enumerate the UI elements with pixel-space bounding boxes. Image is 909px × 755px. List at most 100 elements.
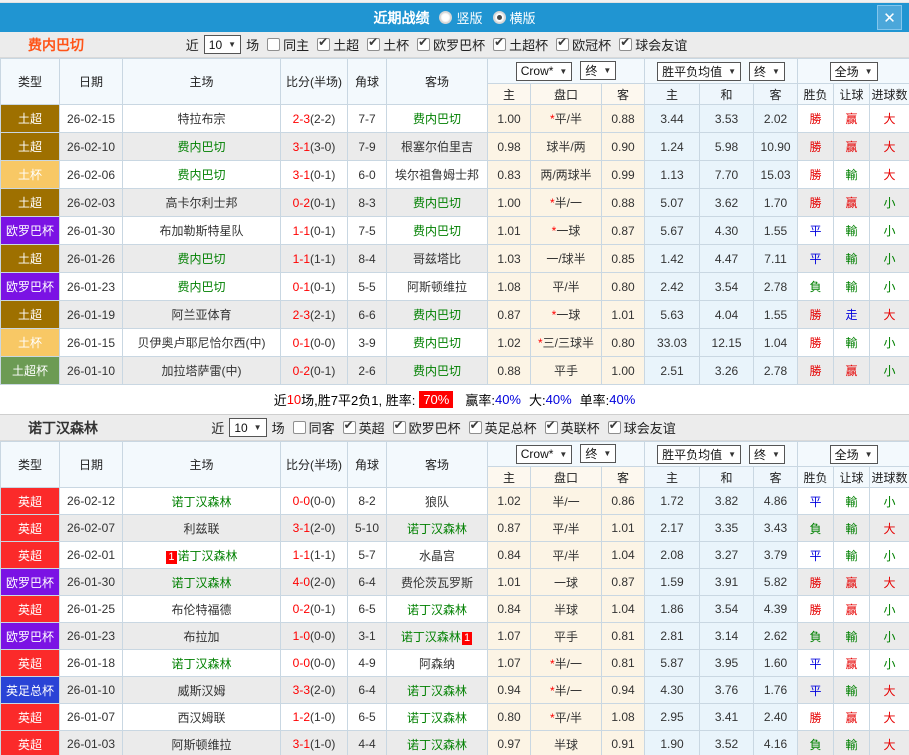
table-row: 欧罗巴杯 26-01-23 费内巴切 0-1(0-1) 5-5 阿斯顿维拉 1.08 平/半 0…: [0, 272, 909, 301]
handicap: *半/一: [530, 649, 602, 677]
same-venue-checkbox[interactable]: [292, 421, 306, 434]
league-badge: 英足总杯: [0, 676, 60, 704]
sub-odds-home: 主: [487, 466, 531, 488]
same-venue-checkbox[interactable]: [267, 38, 281, 51]
odds-away: 1.00: [600, 356, 646, 385]
odds-company-select[interactable]: Crow* ▼: [515, 61, 573, 81]
close-button[interactable]: ✕: [877, 5, 902, 30]
chevron-down-icon: ▼: [864, 66, 873, 76]
league-checkbox[interactable]: ✔: [468, 418, 482, 434]
odds-home: 1.01: [487, 568, 531, 596]
avg-away-odds: 10.90: [753, 132, 799, 161]
check-icon: ✔: [418, 35, 429, 49]
check-icon: ✔: [393, 418, 404, 432]
avg-away-odds: 1.55: [753, 300, 799, 329]
score-cell: 2-3(2-2): [280, 104, 348, 133]
league-checkbox[interactable]: ✔: [544, 418, 558, 434]
handicap: *半/一: [530, 188, 602, 217]
league-checkbox[interactable]: ✔: [342, 418, 356, 434]
result-handicap: 輸: [833, 676, 871, 704]
handicap-text: 平/半: [554, 710, 582, 725]
avg-type-select[interactable]: 胜平负均值 ▼: [657, 61, 742, 81]
result-handicap: 赢: [833, 703, 871, 731]
league-checkbox[interactable]: ✔: [392, 418, 406, 434]
scope-select[interactable]: 全场 ▼: [829, 61, 878, 81]
home-team-cell: 阿兰亚体育: [122, 300, 281, 329]
league-label: 欧冠杯: [572, 38, 612, 53]
avg-time-select[interactable]: 终 ▼: [749, 61, 785, 81]
vertical-layout-radio[interactable]: [439, 11, 453, 24]
avg-time-value: 终: [754, 447, 767, 462]
score-cell: 0-2(0-1): [280, 356, 348, 385]
chevron-down-icon: ▼: [728, 449, 737, 459]
league-label: 土超: [333, 38, 360, 53]
table-row: 欧罗巴杯 26-01-23 布拉加 1-0(0-0) 3-1 诺丁汉森林 1 1.07 平手 0.…: [0, 622, 909, 650]
avg-draw-odds: 3.82: [699, 487, 755, 515]
scope-select[interactable]: 全场 ▼: [829, 444, 878, 464]
avg-draw-odds: 3.35: [699, 514, 755, 542]
avg-home-odds: 1.13: [644, 160, 701, 189]
fulltime-score: 0-2: [292, 363, 310, 378]
avg-draw-odds: 3.26: [699, 356, 755, 385]
result-handicap: 赢: [833, 132, 871, 161]
avg-draw-odds: 3.54: [699, 595, 755, 623]
league-checkbox[interactable]: ✔: [417, 35, 431, 51]
avg-home-odds: 2.08: [644, 541, 701, 569]
league-checkbox[interactable]: ✔: [493, 35, 507, 51]
avg-draw-odds: 3.95: [699, 649, 755, 677]
handicap-text: 半/一: [554, 196, 582, 210]
away-team: 费内巴切: [412, 308, 461, 322]
corners: 5-10: [347, 514, 387, 542]
recent-count-select[interactable]: 10 ▼: [229, 418, 267, 437]
avg-home-odds: 5.67: [644, 216, 701, 245]
handicap: 两/两球半: [530, 160, 602, 189]
odds-away: 0.86: [600, 487, 646, 515]
away-team: 埃尔祖鲁姆士邦: [394, 168, 479, 182]
result-handicap: 赢: [833, 188, 871, 217]
avg-type-select[interactable]: 胜平负均值 ▼: [657, 444, 742, 464]
result-goals: 小: [869, 622, 909, 650]
odds-company-value: Crow*: [520, 64, 554, 79]
halftime-score: (1-0): [310, 710, 336, 724]
avg-draw-odds: 3.91: [699, 568, 755, 596]
away-team: 诺丁汉森林: [406, 683, 467, 698]
avg-draw-odds: 3.53: [699, 104, 755, 133]
avg-away-odds: 2.78: [753, 272, 799, 301]
handicap: 半球: [530, 730, 602, 755]
result-goals: 小: [869, 487, 909, 515]
match-date: 26-01-15: [59, 328, 123, 357]
home-team-cell: 利兹联: [122, 514, 281, 542]
result-goals: 大: [869, 730, 909, 755]
league-checkbox[interactable]: ✔: [607, 418, 621, 434]
avg-home-odds: 1.86: [644, 595, 701, 623]
home-team: 诺丁汉森林: [177, 548, 238, 563]
check-icon: ✔: [620, 35, 631, 49]
avg-away-odds: 1.70: [753, 188, 799, 217]
odds-time-select[interactable]: 终 ▼: [580, 444, 617, 464]
league-checkbox[interactable]: ✔: [556, 35, 570, 51]
league-badge: 英超: [0, 487, 60, 515]
result-outcome: 勝: [797, 104, 835, 133]
result-outcome: 負: [797, 622, 835, 650]
away-team: 费伦茨瓦罗斯: [400, 575, 473, 590]
col-score: 比分(半场): [280, 441, 348, 488]
scope-group-header: 全场 ▼: [797, 58, 909, 84]
league-checkbox[interactable]: ✔: [317, 35, 331, 51]
handicap: *三/三球半: [530, 328, 602, 357]
col-handicap-result: 让球: [833, 466, 871, 488]
league-checkbox[interactable]: ✔: [367, 35, 381, 51]
table-row: 土超 26-01-26 费内巴切 1-1(1-1) 8-4 哥兹塔比 1.03 一/球半 0.8…: [0, 244, 909, 273]
league-checkbox[interactable]: ✔: [619, 35, 633, 51]
avg-home-odds: 1.24: [644, 132, 701, 161]
corners: 7-7: [347, 104, 387, 133]
avg-time-select[interactable]: 终 ▼: [749, 444, 785, 464]
table-row: 土杯 26-02-06 费内巴切 3-1(0-1) 6-0 埃尔祖鲁姆士邦 0.83 两/两球…: [0, 160, 909, 189]
match-date: 26-02-07: [59, 514, 123, 542]
recent-count-select[interactable]: 10 ▼: [203, 35, 242, 54]
odds-time-select[interactable]: 终 ▼: [580, 61, 617, 81]
odds-company-select[interactable]: Crow* ▼: [515, 444, 573, 464]
odds-home: 0.80: [487, 703, 531, 731]
window-title: 近期战绩: [373, 9, 430, 26]
horizontal-layout-radio[interactable]: [492, 11, 506, 24]
sub-avg-home: 主: [644, 83, 701, 105]
